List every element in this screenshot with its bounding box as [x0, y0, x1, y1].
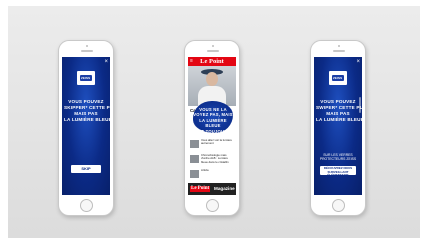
logo-word: ZEISS — [81, 76, 91, 80]
splash-line: LA LUMIÈRE BLEUE — [199, 117, 227, 129]
presentation-background: × ZEISS VOUS POUVEZ SKIPPER* CETTE PUB M… — [8, 6, 420, 238]
article-photo[interactable] — [188, 66, 236, 106]
home-button[interactable] — [332, 199, 345, 212]
front-camera — [338, 45, 340, 47]
zeiss-logo: ZEISS — [77, 71, 95, 85]
story-thumbnail — [190, 140, 199, 148]
banner-brand: Le Point — [190, 186, 211, 192]
story-title: Vous allez voir la lumière autrement — [201, 138, 232, 146]
zeiss-logo: ZEISS — [329, 71, 347, 85]
interstitial-ad-screen: × ZEISS VOUS POUVEZ SKIPPER* CETTE PUB M… — [62, 57, 110, 195]
news-site-screen: ≡ Le Point Cah VOUS NE LA VOYEZ PAS, MAI… — [188, 57, 236, 195]
close-icon[interactable]: × — [104, 59, 108, 65]
phone-mockup-skip-ad: × ZEISS VOUS POUVEZ SKIPPER* CETTE PUB M… — [58, 40, 114, 216]
phone-mockup-swipe-ad: × ZEISS VOUS POUVEZ SWIPER* CETTE PUB MA… — [310, 40, 366, 216]
front-camera — [212, 45, 214, 47]
magazine-banner[interactable]: Le Point Magazine — [188, 183, 236, 195]
ad-line: LA LUMIÈRE BLEUE. — [316, 117, 362, 122]
discover-button[interactable]: DÉCOUVREZ NOUS SURVEILLANT ÉLÉMENTAIRE — [320, 166, 356, 177]
story-item[interactable]: Vous allez voir la lumière autrement — [190, 138, 234, 150]
phone-mockup-news-site: ≡ Le Point Cah VOUS NE LA VOYEZ PAS, MAI… — [184, 40, 240, 216]
front-camera — [86, 45, 88, 47]
close-icon[interactable]: × — [356, 59, 360, 65]
story-thumbnail — [190, 155, 199, 163]
swipe-ad-screen: × ZEISS VOUS POUVEZ SWIPER* CETTE PUB MA… — [314, 57, 362, 195]
site-header: ≡ Le Point — [188, 57, 236, 66]
home-button[interactable] — [206, 199, 219, 212]
story-item[interactable]: Chronobiologie mais d'ordre ALB : Lumièr… — [190, 153, 234, 165]
logo-word: ZEISS — [333, 76, 343, 80]
banner-text: Magazine — [214, 186, 235, 191]
splash-ad-text: VOUS NE LA VOYEZ PAS, MAIS LA LUMIÈRE BL… — [192, 107, 234, 139]
ad-line: LA LUMIÈRE BLEUE. — [64, 117, 110, 122]
phone-speaker — [81, 50, 93, 52]
story-thumbnail — [190, 170, 199, 178]
story-item[interactable]: Article — [190, 168, 234, 180]
site-logo[interactable]: Le Point — [188, 58, 236, 65]
skip-button[interactable]: SKIP — [71, 165, 101, 173]
phone-speaker — [207, 50, 219, 52]
home-button[interactable] — [80, 199, 93, 212]
story-title: Chronobiologie mais d'ordre ALB : Lumièr… — [201, 153, 229, 164]
story-title: Article — [201, 168, 209, 172]
photo-face — [206, 72, 218, 86]
ad-subtext: SUR LES VERRES PROTECTEURS ZEISS — [319, 153, 357, 162]
ad-headline: VOUS POUVEZ SKIPPER* CETTE PUB MAIS PAS … — [64, 99, 110, 123]
ad-headline: VOUS POUVEZ SWIPER* CETTE PUB MAIS PAS L… — [316, 99, 362, 123]
phone-speaker — [333, 50, 345, 52]
